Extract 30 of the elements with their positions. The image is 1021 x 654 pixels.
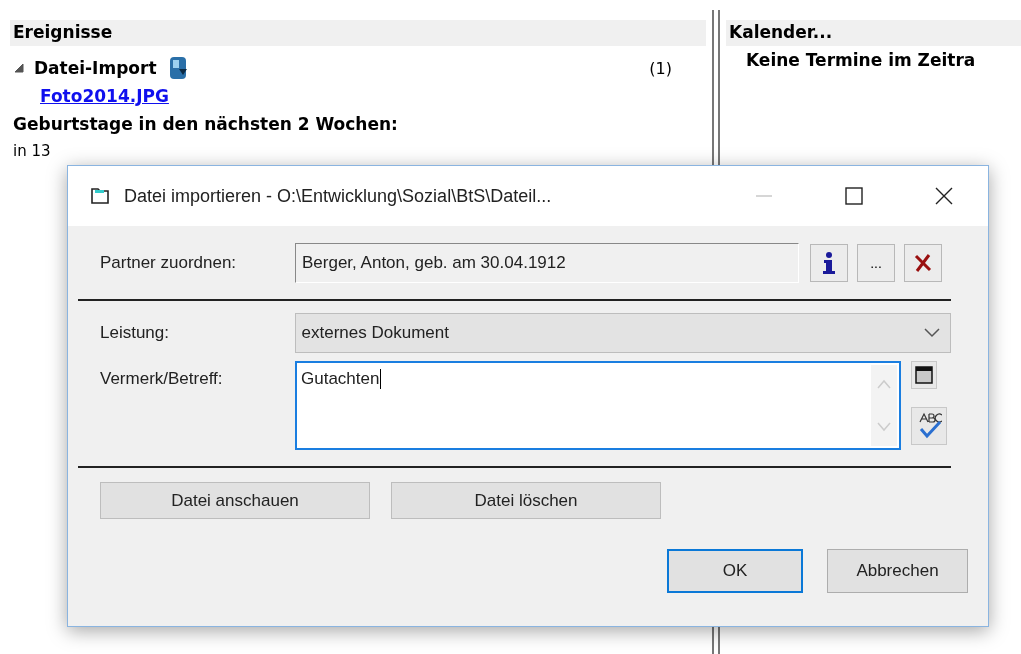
close-icon[interactable] bbox=[934, 186, 954, 206]
group-label: Datei-Import bbox=[34, 58, 157, 78]
calendar-message: Keine Termine im Zeitra bbox=[746, 50, 977, 70]
browse-button[interactable]: ... bbox=[857, 244, 895, 282]
birthday-text: in 13 bbox=[13, 142, 52, 160]
info-button[interactable] bbox=[810, 244, 848, 282]
partner-label: Partner zuordnen: bbox=[99, 253, 238, 273]
maximize-icon[interactable] bbox=[844, 186, 864, 206]
item-count: (1) bbox=[649, 58, 672, 78]
info-icon bbox=[822, 251, 836, 275]
file-action-button[interactable]: Datei löschen bbox=[391, 482, 661, 519]
window-title: Datei importieren - O:\Entwicklung\Sozial\BtS\Dateil... bbox=[124, 185, 553, 207]
expand-triangle-icon[interactable] bbox=[14, 63, 24, 73]
remove-button[interactable] bbox=[904, 244, 942, 282]
file-action-button[interactable]: Datei anschauen bbox=[100, 482, 370, 519]
ok-button[interactable]: OK bbox=[667, 549, 803, 593]
file-link[interactable]: Foto2014.JPG bbox=[40, 86, 169, 106]
birthdays-heading: Geburtstage in den nächsten 2 Wochen: bbox=[13, 114, 399, 134]
partner-field: Berger, Anton, geb. am 30.04.1912 bbox=[295, 243, 799, 283]
spellcheck-button[interactable] bbox=[911, 407, 947, 445]
calendar-header: Kalender... bbox=[726, 20, 1021, 46]
leistung-dropdown[interactable]: externes Dokument bbox=[294, 313, 951, 353]
window-button[interactable] bbox=[911, 361, 937, 389]
vermerk-label: Vermerk/Betreff: bbox=[99, 368, 224, 389]
chevron-down-icon bbox=[924, 328, 940, 338]
folder-icon bbox=[90, 186, 112, 206]
events-header: Ereignisse bbox=[10, 20, 706, 46]
delete-icon bbox=[913, 253, 933, 273]
leistung-label: Leistung: bbox=[99, 323, 170, 343]
cancel-button[interactable]: Abbrechen bbox=[827, 549, 968, 593]
